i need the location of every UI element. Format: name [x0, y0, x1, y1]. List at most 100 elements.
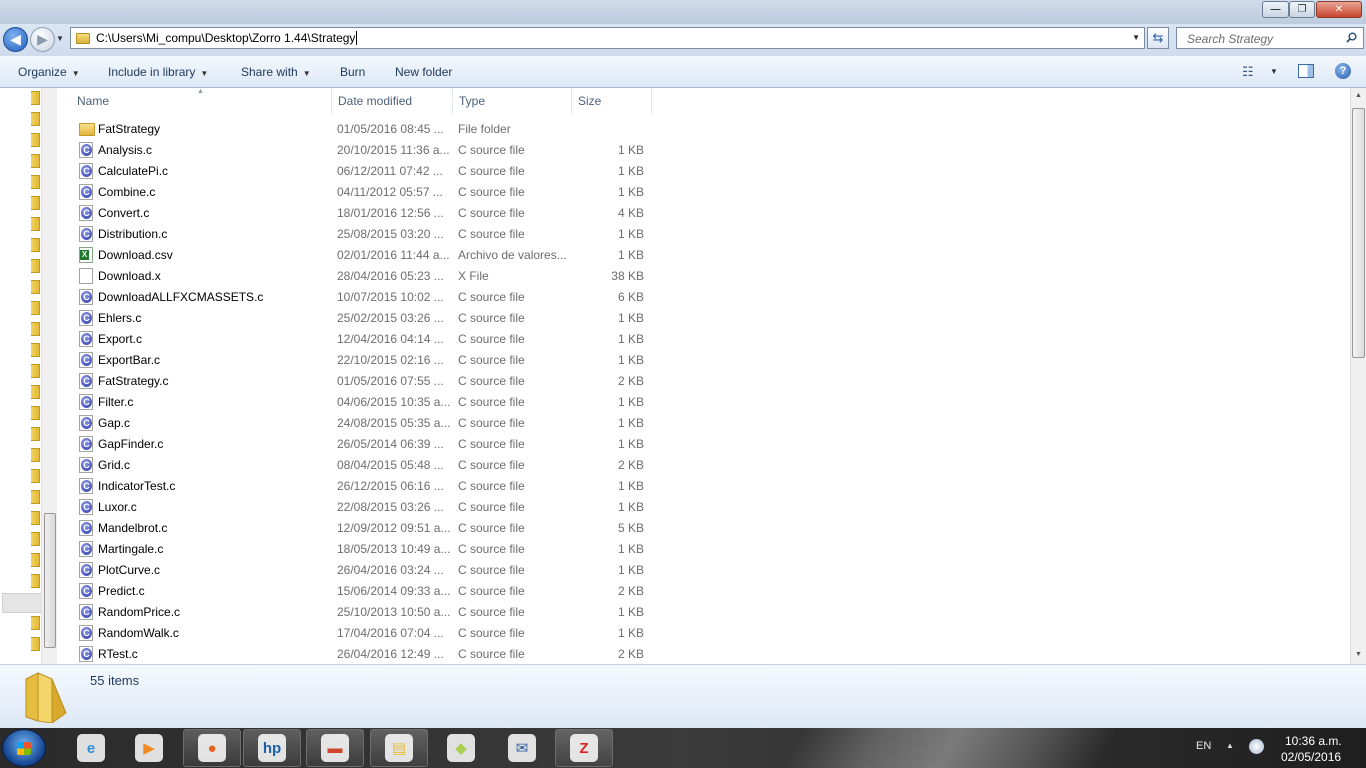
file-row[interactable]: Download.csv 02/01/2016 11:44 a... Archivo…: [57, 245, 1350, 266]
chevron-down-icon[interactable]: ▼: [1132, 33, 1140, 42]
file-row[interactable]: IndicatorTest.c 26/12/2015 06:16 ... C sou…: [57, 476, 1350, 497]
nav-folder-icon[interactable]: [31, 637, 40, 651]
nav-folder-icon[interactable]: [31, 511, 40, 525]
nav-scroll-thumb[interactable]: [44, 513, 56, 648]
nav-folder-icon[interactable]: [31, 616, 40, 630]
recent-pages-dropdown[interactable]: ▼: [56, 34, 64, 43]
nav-folder-icon[interactable]: [31, 490, 40, 504]
organize-button[interactable]: Organize ▼: [18, 65, 80, 79]
search-icon[interactable]: [1346, 32, 1357, 43]
column-date-modified[interactable]: Date modified: [332, 88, 453, 114]
file-row[interactable]: CalculatePi.c 06/12/2011 07:42 ... C sourc…: [57, 161, 1350, 182]
nav-selected-item[interactable]: [2, 593, 42, 613]
nav-folder-icon[interactable]: [31, 532, 40, 546]
nav-folder-icon[interactable]: [31, 574, 40, 588]
file-list-scroll-thumb[interactable]: [1352, 108, 1365, 358]
nav-folder-icon[interactable]: [31, 217, 40, 231]
file-row[interactable]: Luxor.c 22/08/2015 03:26 ... C source file…: [57, 497, 1350, 518]
address-bar[interactable]: C:\Users\Mi_compu\Desktop\Zorro 1.44\Str…: [70, 27, 1145, 49]
nav-folder-icon[interactable]: [31, 175, 40, 189]
file-row[interactable]: Mandelbrot.c 12/09/2012 09:51 a... C sourc…: [57, 518, 1350, 539]
taskbar-app-internet-explorer[interactable]: e: [62, 729, 120, 767]
nav-folder-icon[interactable]: [31, 133, 40, 147]
network-icon[interactable]: [1249, 739, 1264, 754]
search-input[interactable]: [1185, 31, 1335, 47]
nav-folder-icon[interactable]: [31, 343, 40, 357]
file-row[interactable]: ExportBar.c 22/10/2015 02:16 ... C source …: [57, 350, 1350, 371]
taskbar-app-zorro[interactable]: Z: [555, 729, 613, 767]
clock-date[interactable]: 02/05/2016: [1281, 750, 1341, 764]
change-view-icon[interactable]: ☷: [1242, 64, 1254, 80]
file-row[interactable]: RTest.c 26/04/2016 12:49 ... C source file…: [57, 644, 1350, 664]
nav-folder-icon[interactable]: [31, 427, 40, 441]
search-box[interactable]: [1176, 27, 1364, 49]
new-folder-button[interactable]: New folder: [395, 65, 452, 79]
column-type[interactable]: Type: [453, 88, 572, 114]
file-row[interactable]: GapFinder.c 26/05/2014 06:39 ... C source …: [57, 434, 1350, 455]
file-row[interactable]: Ehlers.c 25/02/2015 03:26 ... C source fil…: [57, 308, 1350, 329]
file-row[interactable]: Combine.c 04/11/2012 05:57 ... C source fi…: [57, 182, 1350, 203]
file-row[interactable]: Export.c 12/04/2016 04:14 ... C source fil…: [57, 329, 1350, 350]
taskbar-app-thunderbird[interactable]: ✉: [493, 729, 551, 767]
nav-folder-icon[interactable]: [31, 385, 40, 399]
taskbar-app-explorer[interactable]: ▤: [370, 729, 428, 767]
help-icon[interactable]: ?: [1335, 63, 1351, 79]
taskbar-app-hp[interactable]: hp: [243, 729, 301, 767]
nav-folder-icon[interactable]: [31, 301, 40, 315]
start-button[interactable]: [2, 729, 46, 767]
file-row[interactable]: Filter.c 04/06/2015 10:35 a... C source fi…: [57, 392, 1350, 413]
nav-scrollbar[interactable]: [41, 88, 57, 664]
nav-folder-icon[interactable]: [31, 112, 40, 126]
close-button[interactable]: ✕: [1316, 1, 1362, 18]
file-row[interactable]: Martingale.c 18/05/2013 10:49 a... C sourc…: [57, 539, 1350, 560]
minimize-button[interactable]: —: [1262, 1, 1289, 18]
nav-folder-icon[interactable]: [31, 553, 40, 567]
maximize-button[interactable]: ❐: [1289, 1, 1315, 18]
file-row[interactable]: Convert.c 18/01/2016 12:56 ... C source fi…: [57, 203, 1350, 224]
nav-folder-icon[interactable]: [31, 469, 40, 483]
nav-folder-icon[interactable]: [31, 322, 40, 336]
file-row[interactable]: FatStrategy 01/05/2016 08:45 ... File fold…: [57, 119, 1350, 140]
clock-time[interactable]: 10:36 a.m.: [1285, 734, 1342, 748]
refresh-button[interactable]: ⇆: [1147, 27, 1169, 49]
address-path[interactable]: C:\Users\Mi_compu\Desktop\Zorro 1.44\Str…: [96, 31, 355, 45]
nav-folder-icon[interactable]: [31, 238, 40, 252]
include-in-library-button[interactable]: Include in library ▼: [108, 65, 208, 79]
burn-button[interactable]: Burn: [340, 65, 365, 79]
nav-folder-icon[interactable]: [31, 259, 40, 273]
preview-pane-icon[interactable]: [1298, 64, 1314, 78]
file-row[interactable]: Distribution.c 25/08/2015 03:20 ... C sour…: [57, 224, 1350, 245]
file-row[interactable]: Predict.c 15/06/2014 09:33 a... C source f…: [57, 581, 1350, 602]
scroll-down-icon[interactable]: ▼: [1355, 651, 1362, 658]
show-hidden-icons-icon[interactable]: ▲: [1226, 741, 1234, 750]
nav-folder-icon[interactable]: [31, 406, 40, 420]
nav-folder-icon[interactable]: [31, 196, 40, 210]
chevron-down-icon[interactable]: ▼: [1270, 67, 1278, 76]
file-row[interactable]: RandomPrice.c 25/10/2013 10:50 a... C sour…: [57, 602, 1350, 623]
file-row[interactable]: Download.x 28/04/2016 05:23 ... X File 38 K…: [57, 266, 1350, 287]
forward-button[interactable]: ▶: [30, 27, 55, 52]
language-indicator[interactable]: EN: [1196, 740, 1211, 752]
nav-folder-icon[interactable]: [31, 91, 40, 105]
back-button[interactable]: ◀: [3, 27, 28, 52]
file-row[interactable]: RandomWalk.c 17/04/2016 07:04 ... C source…: [57, 623, 1350, 644]
nav-folder-icon[interactable]: [31, 364, 40, 378]
file-row[interactable]: FatStrategy.c 01/05/2016 07:55 ... C sourc…: [57, 371, 1350, 392]
taskbar-app-media-player[interactable]: ▶: [120, 729, 178, 767]
scroll-up-icon[interactable]: ▲: [1355, 92, 1362, 99]
file-row[interactable]: DownloadALLFXCMASSETS.c 10/07/2015 10:02 …: [57, 287, 1350, 308]
column-size[interactable]: Size: [572, 88, 652, 114]
file-row[interactable]: Grid.c 08/04/2015 05:48 ... C source file 2…: [57, 455, 1350, 476]
taskbar-app-presentation[interactable]: ▬: [306, 729, 364, 767]
file-row[interactable]: PlotCurve.c 26/04/2016 03:24 ... C source …: [57, 560, 1350, 581]
file-row[interactable]: Analysis.c 20/10/2015 11:36 a... C source …: [57, 140, 1350, 161]
share-with-button[interactable]: Share with ▼: [241, 65, 311, 79]
file-row[interactable]: Gap.c 24/08/2015 05:35 a... C source file 1…: [57, 413, 1350, 434]
nav-folder-icon[interactable]: [31, 280, 40, 294]
nav-folder-icon[interactable]: [31, 448, 40, 462]
taskbar-app-firefox[interactable]: ●: [183, 729, 241, 767]
column-name[interactable]: Name: [71, 88, 332, 114]
file-list-scrollbar[interactable]: ▲ ▼: [1350, 88, 1366, 664]
nav-folder-icon[interactable]: [31, 154, 40, 168]
taskbar-app-sticky-notes[interactable]: ◆: [432, 729, 490, 767]
